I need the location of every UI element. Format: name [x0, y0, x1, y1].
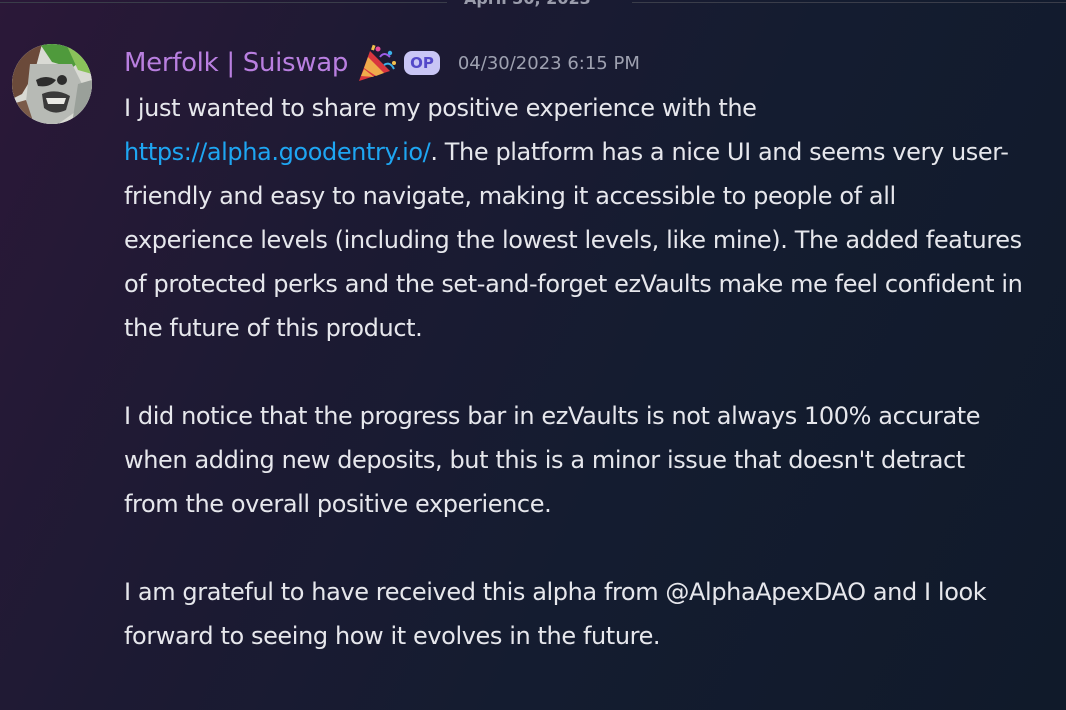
message-paragraph-3: I am grateful to have received this alph…: [124, 578, 987, 650]
author-name[interactable]: Merfolk | Suiswap: [124, 48, 348, 78]
message-content: I just wanted to share my positive exper…: [124, 86, 1024, 658]
paragraph-text: I just wanted to share my positive exper…: [124, 94, 757, 122]
goodentry-link[interactable]: https://alpha.goodentry.io/: [124, 138, 431, 166]
message-header: Merfolk | Suiswap OP 04/30/2023 6:15 PM: [124, 40, 640, 86]
avatar-image: [12, 44, 92, 124]
message-timestamp[interactable]: 04/30/2023 6:15 PM: [458, 53, 640, 74]
paragraph-text: . The platform has a nice UI and seems v…: [124, 138, 1023, 342]
avatar[interactable]: [12, 44, 92, 124]
chat-message: Merfolk | Suiswap OP 04/30/2023 6:15 PM …: [0, 0, 1066, 710]
message-paragraph-1: I just wanted to share my positive exper…: [124, 86, 1024, 350]
party-popper-icon: [356, 43, 398, 83]
op-badge: OP: [404, 51, 440, 75]
message-paragraph-2: I did notice that the progress bar in ez…: [124, 402, 981, 518]
